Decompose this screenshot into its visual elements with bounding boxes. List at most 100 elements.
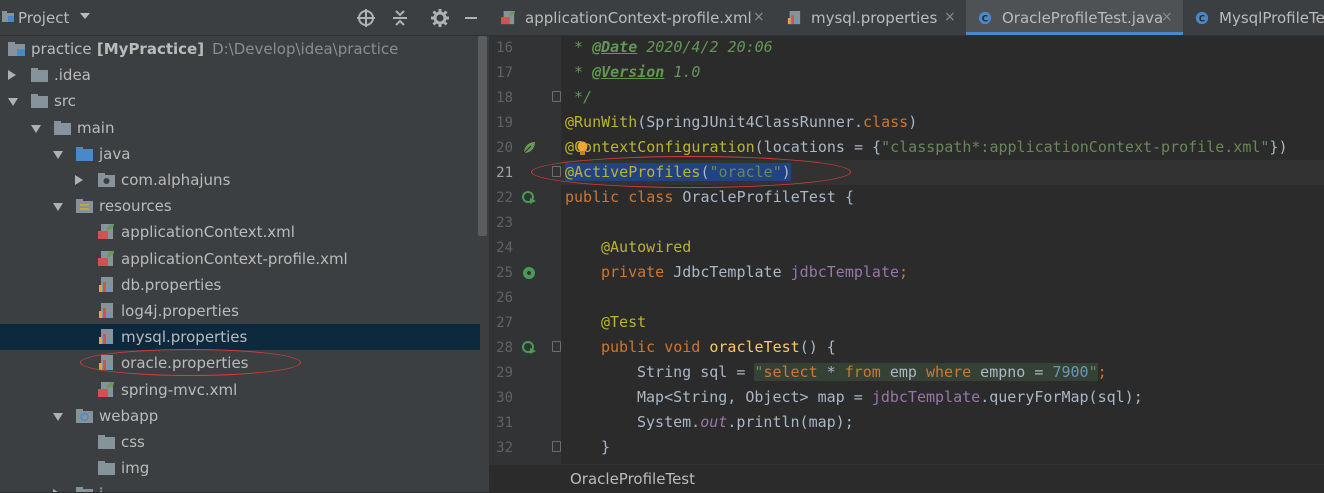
tree-item-spring-mvc-xml[interactable]: spring-mvc.xml — [0, 377, 480, 403]
tab-oracleprofiletest-java[interactable]: C OracleProfileTest.java × — [966, 0, 1183, 35]
tree-item-main[interactable]: main — [0, 115, 480, 141]
tree-item-name: spring-mvc.xml — [121, 380, 238, 399]
spring-xml-icon — [98, 250, 114, 266]
tree-item--idea[interactable]: .idea — [0, 62, 480, 88]
tree-item-label: webapp — [99, 407, 158, 425]
tree-item-name: practice — [31, 40, 92, 58]
tree-item-name: src — [54, 92, 76, 111]
tree-item-css[interactable]: css — [0, 429, 480, 455]
highlight-circle-annotation — [531, 156, 851, 188]
close-icon[interactable]: × — [944, 9, 956, 25]
module-path: D:\Develop\idea\practice — [212, 40, 399, 58]
tree-item-name: css — [121, 433, 145, 451]
folder-icon — [98, 435, 115, 449]
code-line-29: String sql = "select * from emp where em… — [637, 363, 1107, 381]
chevron-right-icon[interactable] — [8, 70, 16, 81]
tree-item-label: j — [99, 485, 103, 492]
properties-icon — [99, 276, 113, 292]
spring-bean-icon[interactable] — [522, 141, 536, 155]
code-line-22: public class OracleProfileTest { — [565, 188, 854, 206]
tree-item-com-alphajuns[interactable]: com.alphajuns — [0, 167, 480, 193]
chevron-down-icon[interactable] — [53, 412, 63, 421]
folder-icon — [54, 120, 71, 135]
project-panel-header: Project — [0, 0, 489, 36]
breadcrumb[interactable]: OracleProfileTest — [570, 470, 695, 488]
properties-icon — [99, 303, 113, 318]
java-class-icon: C — [978, 11, 992, 25]
code-line-16: * @Date 2020/4/2 20:06 — [565, 38, 773, 56]
code-line-19: @RunWith(SpringJUnit4ClassRunner.class) — [565, 113, 918, 131]
module-name: [MyPractice] — [91, 40, 205, 58]
locate-icon[interactable] — [356, 8, 376, 28]
tab-applicationcontext-profile-xml[interactable]: applicationContext-profile.xml × — [489, 0, 775, 35]
run-test-icon[interactable] — [522, 341, 536, 355]
tree-item-name: resources — [99, 197, 172, 216]
tree-item-practice[interactable]: practice [MyPractice] D:\Develop\idea\pra… — [0, 36, 480, 62]
tree-item-webapp[interactable]: webapp — [0, 403, 480, 429]
line-number: 32 — [496, 440, 513, 456]
line-number: 20 — [496, 140, 513, 156]
line-number: 24 — [496, 240, 513, 256]
fold-marker[interactable] — [552, 341, 561, 352]
close-icon[interactable]: × — [753, 9, 765, 25]
gear-icon[interactable] — [430, 8, 450, 28]
tree-item-mysql-properties[interactable]: mysql.properties — [0, 324, 480, 351]
tree-item-applicationcontext-profile-xml[interactable]: applicationContext-profile.xml — [0, 246, 480, 272]
tab-label: OracleProfileTest.java — [1002, 9, 1164, 27]
tree-item-label: src — [54, 92, 76, 110]
tree-item-label: .idea — [54, 66, 91, 84]
tree-item-name: applicationContext.xml — [121, 223, 295, 242]
tab-mysql-properties[interactable]: mysql.properties × — [775, 0, 966, 35]
tree-item-src[interactable]: src — [0, 88, 480, 114]
fold-marker[interactable] — [552, 91, 561, 102]
tree-item-label: log4j.properties — [121, 302, 239, 320]
tree-item-label: java — [99, 145, 130, 163]
tree-item-name: mysql.properties — [121, 328, 248, 347]
tree-item-name: applicationContext-profile.xml — [121, 249, 348, 268]
tab-label: applicationContext-profile.xml — [525, 9, 752, 27]
line-number: 23 — [496, 215, 513, 231]
web-folder-icon — [76, 408, 93, 423]
chevron-down-icon[interactable] — [53, 150, 63, 159]
line-number: 22 — [496, 190, 513, 206]
tree-item-log4j-properties[interactable]: log4j.properties — [0, 298, 480, 324]
tree-item-name: .idea — [54, 66, 91, 85]
tree-item-label: mysql.properties — [121, 328, 247, 346]
tree-item-applicationcontext-xml[interactable]: applicationContext.xml — [0, 219, 480, 245]
package-icon — [98, 173, 115, 187]
tree-item-label: applicationContext.xml — [121, 223, 295, 241]
chevron-right-icon[interactable] — [75, 175, 83, 185]
chevron-down-icon[interactable] — [8, 98, 18, 107]
properties-icon — [787, 11, 801, 25]
close-icon[interactable]: × — [1161, 9, 1173, 25]
run-test-icon[interactable] — [522, 191, 536, 205]
collapse-icon[interactable] — [390, 8, 410, 28]
tree-item-j[interactable]: j — [0, 481, 480, 492]
minimize-icon[interactable] — [461, 8, 481, 28]
fold-marker[interactable] — [552, 441, 561, 452]
tree-scrollbar[interactable] — [478, 36, 487, 236]
tree-item-label: css — [121, 433, 145, 451]
project-panel: Project practice [MyPractice] D:\Develop\… — [0, 0, 489, 492]
tree-item-label: spring-mvc.xml — [121, 381, 237, 399]
line-number: 28 — [496, 340, 513, 356]
lightbulb-icon[interactable] — [576, 141, 589, 156]
tree-item-resources[interactable]: resources — [0, 193, 480, 219]
tree-item-img[interactable]: img — [0, 455, 480, 481]
tree-item-name: webapp — [99, 406, 159, 425]
chevron-down-icon[interactable] — [80, 13, 90, 19]
properties-icon — [99, 329, 113, 345]
tree-item-java[interactable]: java — [0, 141, 480, 167]
line-number: 30 — [496, 390, 513, 406]
source-folder-icon — [76, 146, 93, 161]
chevron-down-icon[interactable] — [53, 203, 63, 212]
chevron-down-icon[interactable] — [31, 124, 41, 133]
autowired-bean-icon[interactable] — [522, 266, 536, 280]
tab-label: mysql.properties — [811, 9, 938, 27]
tree-item-db-properties[interactable]: db.properties — [0, 272, 480, 298]
tree-item-label: applicationContext-profile.xml — [121, 250, 348, 268]
spring-xml-icon — [501, 11, 515, 25]
tab-mysqlprofiletest[interactable]: C MysqlProfileTest — [1183, 0, 1324, 35]
code-line-28: public void oracleTest() { — [601, 338, 836, 356]
project-panel-title[interactable]: Project — [18, 9, 69, 27]
